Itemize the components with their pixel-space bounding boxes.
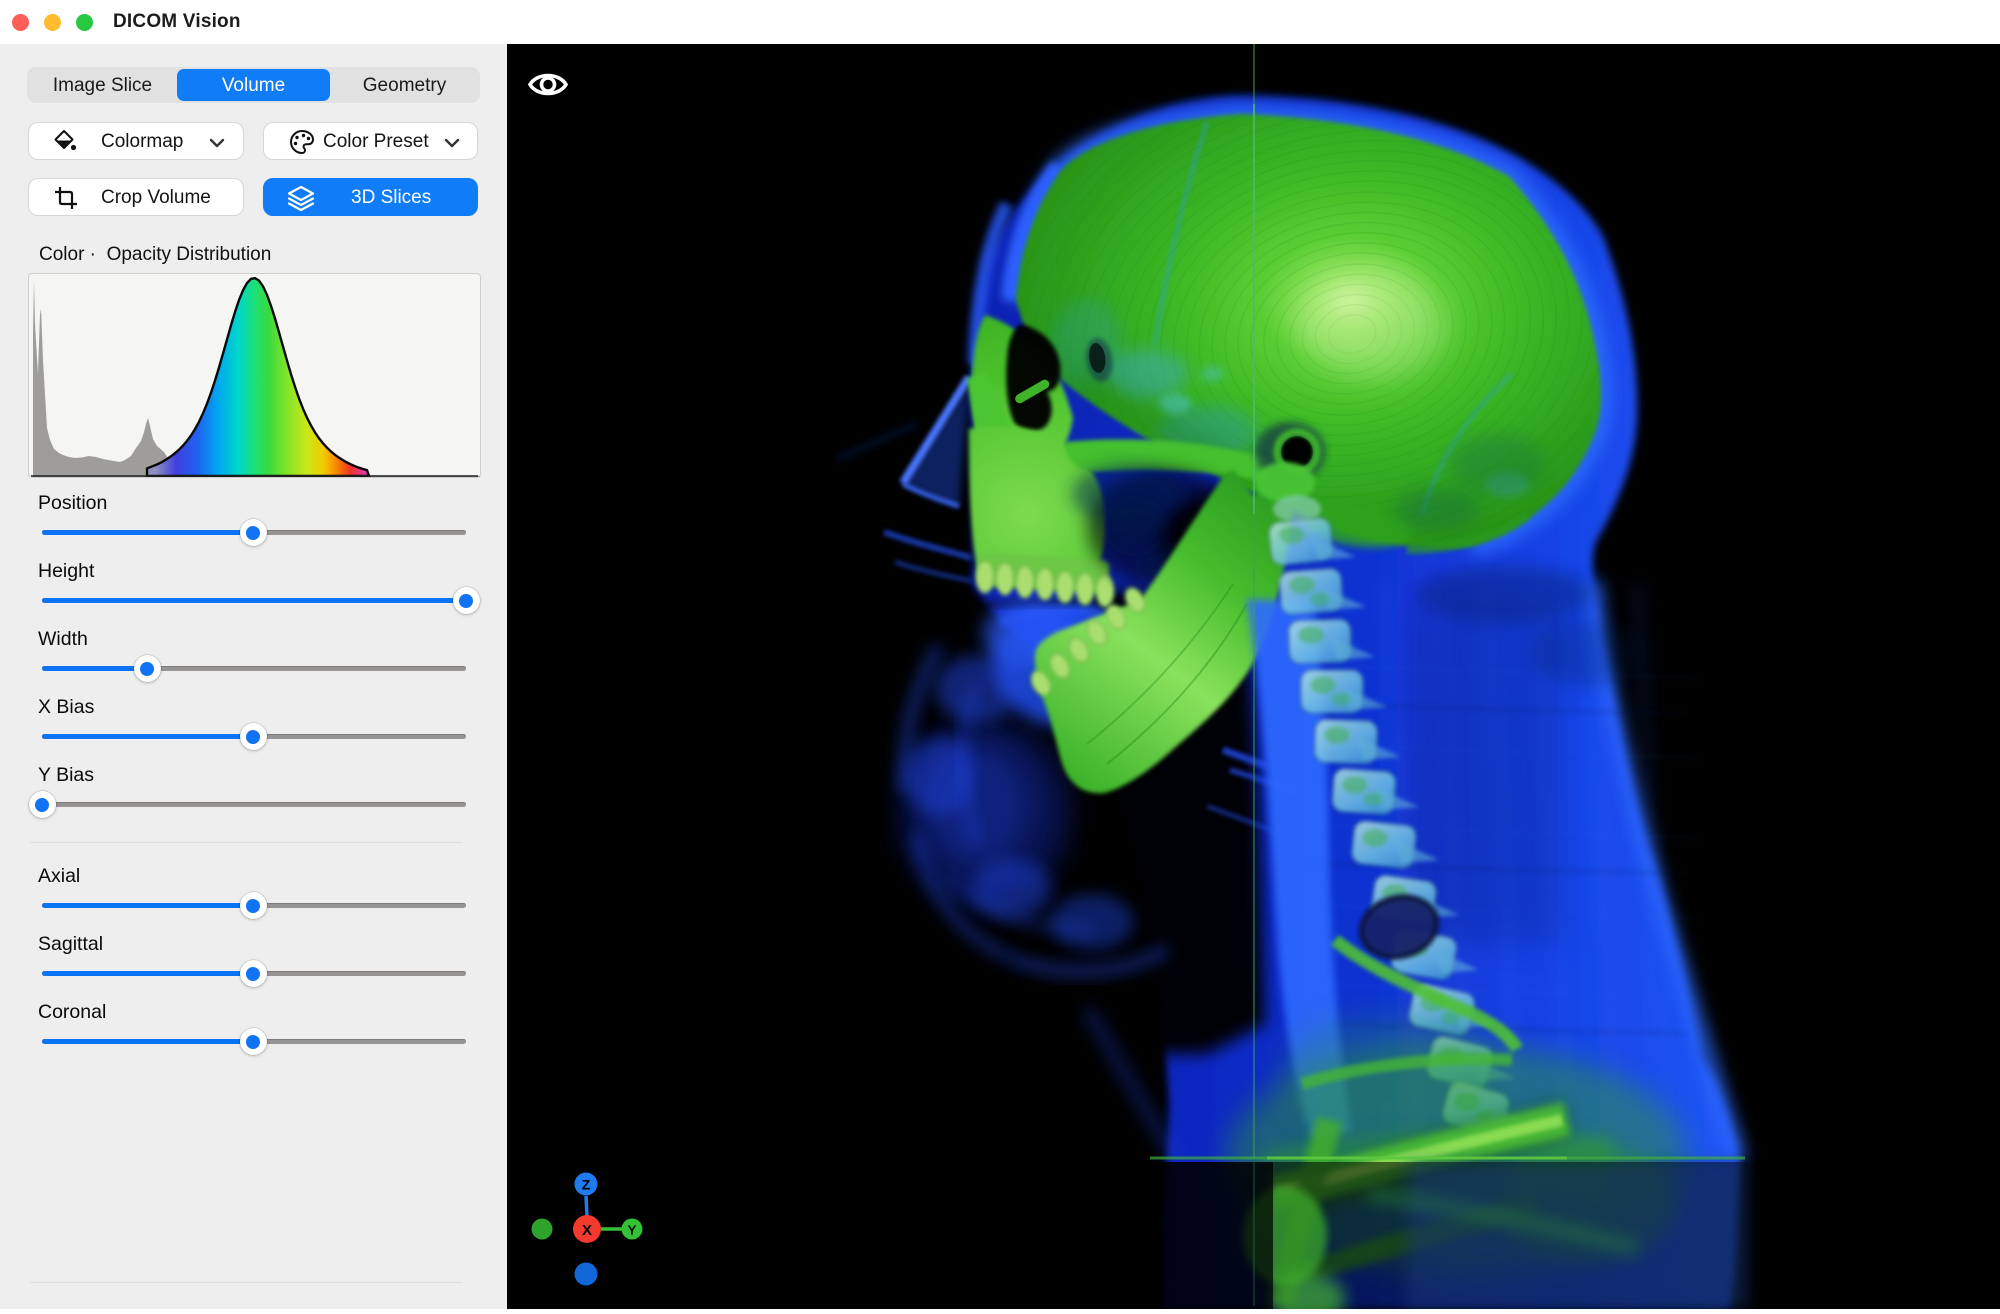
svg-text:X: X xyxy=(582,1222,592,1239)
svg-text:Z: Z xyxy=(582,1177,591,1193)
svg-text:Y: Y xyxy=(628,1223,637,1238)
